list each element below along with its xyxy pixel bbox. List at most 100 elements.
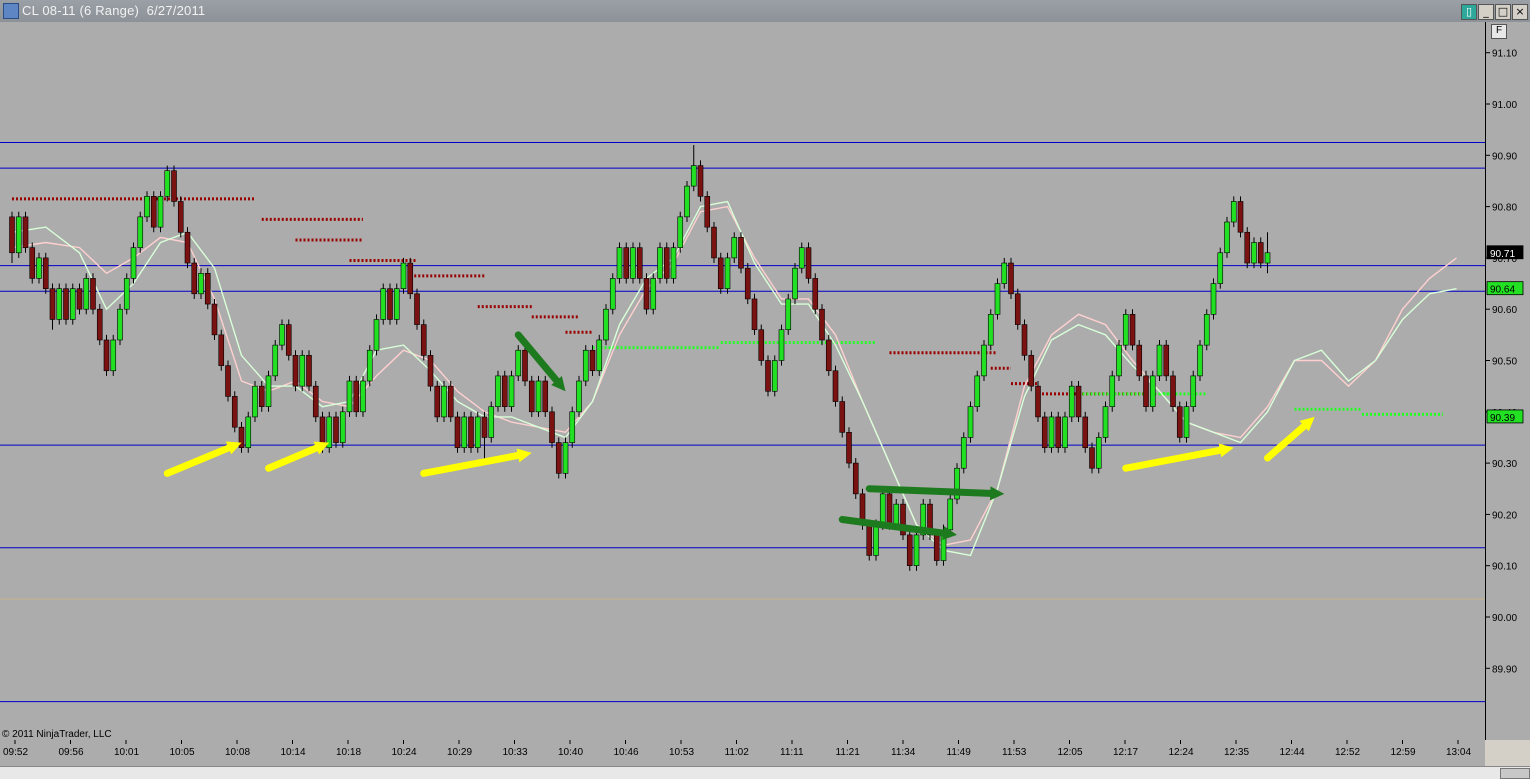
maximize-button[interactable]: □ [1495, 4, 1511, 20]
minimize-button[interactable]: _ [1478, 4, 1494, 20]
up-candle [670, 247, 677, 279]
down-candle [258, 385, 265, 407]
up-candle [393, 288, 400, 320]
down-candle [1136, 344, 1143, 377]
down-candle [1014, 293, 1021, 325]
down-candle [1244, 231, 1251, 264]
time-tick-label: 12:24 [1169, 747, 1194, 758]
format-button[interactable]: F [1491, 24, 1507, 39]
price-chart[interactable]: © 2011 NinjaTrader, LLC [0, 22, 1485, 740]
up-candle [1095, 437, 1102, 469]
up-candle [373, 319, 380, 351]
time-tick-label: 10:40 [558, 747, 583, 758]
up-candle [1156, 344, 1163, 377]
restore-icon-button[interactable]: ▯ [1461, 4, 1477, 20]
down-candle [933, 534, 940, 561]
time-tick-label: 10:14 [281, 747, 306, 758]
up-candle [1197, 344, 1203, 377]
up-candle [616, 247, 623, 279]
up-candle [56, 288, 63, 320]
down-candle [1041, 416, 1048, 449]
up-candle [731, 237, 738, 259]
up-candle [1116, 344, 1122, 377]
time-tick-label: 10:53 [669, 747, 694, 758]
time-tick-label: 10:29 [447, 747, 472, 758]
time-tick-label: 11:11 [780, 747, 804, 758]
down-candle [697, 165, 704, 197]
up-candle [508, 375, 515, 407]
up-candle [657, 247, 663, 279]
scrollbar-thumb[interactable] [1500, 768, 1530, 779]
down-candle [238, 426, 245, 449]
down-candle [522, 349, 528, 382]
down-candle [1075, 385, 1082, 418]
close-button[interactable]: × [1512, 4, 1528, 20]
down-candle [744, 267, 751, 300]
down-candle [839, 401, 846, 433]
down-candle [1082, 416, 1089, 449]
time-tick-label: 13:04 [1446, 747, 1471, 758]
up-candle [690, 165, 697, 187]
chart-panel[interactable]: © 2011 NinjaTrader, LLC [0, 22, 1485, 740]
horizontal-scrollbar[interactable] [0, 766, 1530, 779]
up-candle [461, 416, 468, 449]
up-candle [36, 257, 42, 279]
down-candle [866, 524, 873, 556]
up-candle [582, 349, 589, 382]
time-tick-label: 11:34 [891, 747, 916, 758]
down-candle [225, 365, 231, 397]
up-candle [576, 380, 582, 413]
down-candle [468, 416, 474, 449]
yellow-arrow-annotation [163, 441, 242, 477]
up-candle [596, 339, 603, 372]
down-candle [63, 288, 69, 320]
down-candle [906, 534, 913, 566]
price-tick-label: 90.60 [1492, 305, 1517, 316]
up-candle [110, 339, 117, 372]
time-tick-label: 10:18 [336, 747, 361, 758]
down-candle [150, 196, 157, 228]
down-candle [49, 288, 56, 320]
up-candle [1203, 314, 1210, 346]
up-candle [771, 360, 778, 392]
price-axis[interactable]: 91.1091.0090.9090.8090.7090.6090.5090.40… [1485, 22, 1530, 740]
up-candle [1190, 375, 1197, 407]
time-tick-label: 10:24 [392, 747, 417, 758]
time-tick-label: 11:49 [947, 747, 972, 758]
up-candle [960, 437, 967, 469]
up-candle [123, 278, 130, 310]
down-candle [454, 416, 461, 449]
up-candle [1109, 375, 1116, 407]
time-tick-label: 12:52 [1335, 747, 1360, 758]
down-candle [184, 231, 191, 264]
down-candle [292, 355, 299, 387]
down-candle [447, 385, 454, 418]
up-candle [441, 385, 447, 418]
down-candle [704, 196, 711, 228]
down-candle [29, 247, 36, 279]
down-candle [306, 355, 312, 387]
price-tick-label: 90.90 [1492, 151, 1517, 162]
up-candle [1217, 252, 1224, 284]
window-title-bar[interactable]: CL 08-11 (6 Range) 6/27/2011 ▯ _ □ × [0, 0, 1530, 23]
up-candle [1062, 416, 1068, 449]
down-candle [738, 237, 744, 269]
price-tick-label: 90.50 [1492, 357, 1517, 368]
down-candle [643, 278, 650, 310]
down-candle [717, 257, 724, 289]
up-candle [1149, 375, 1156, 407]
up-candle [252, 385, 258, 418]
up-candle [873, 524, 879, 556]
up-candle [279, 324, 285, 346]
up-candle [1102, 406, 1109, 438]
down-candle [1021, 324, 1028, 356]
up-candle [994, 283, 1001, 315]
down-candle [1176, 406, 1183, 438]
time-tick-label: 12:17 [1113, 747, 1138, 758]
down-candle [758, 329, 765, 361]
up-candle [792, 267, 798, 300]
up-candle [474, 416, 481, 449]
down-candle [1163, 344, 1170, 377]
up-candle [495, 375, 501, 407]
down-candle [90, 278, 96, 310]
